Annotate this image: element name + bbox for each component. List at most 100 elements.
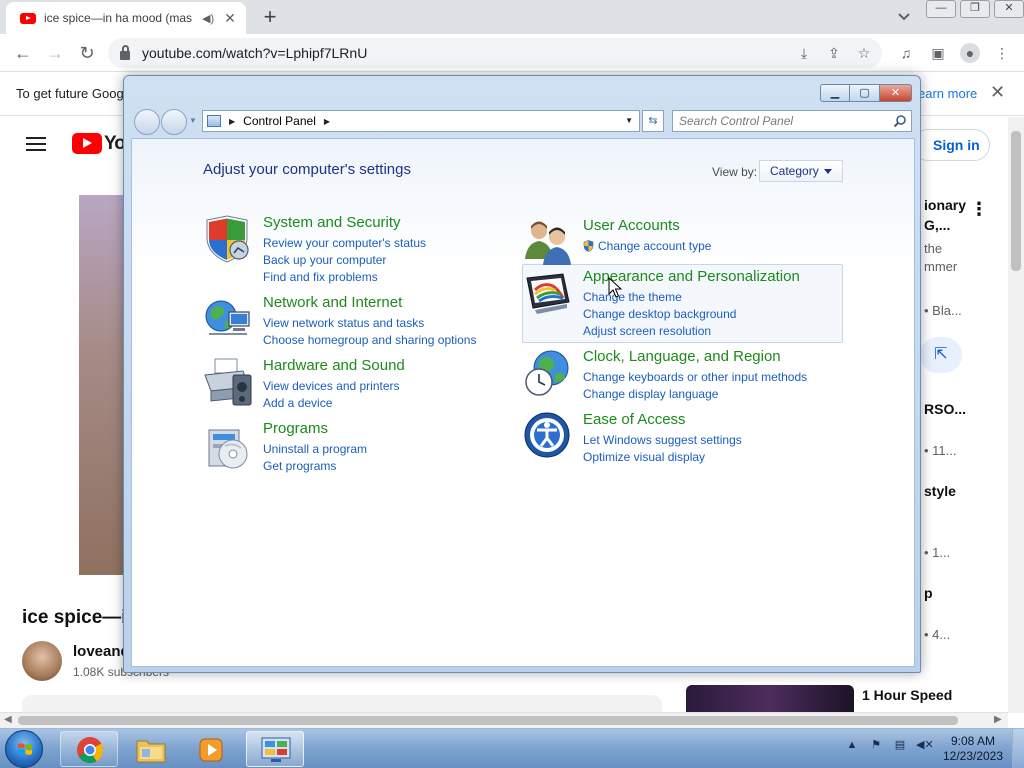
- link-change-keyboards[interactable]: Change keyboards or other input methods: [583, 369, 807, 386]
- channel-avatar[interactable]: [22, 641, 62, 681]
- link-display-language[interactable]: Change display language: [583, 386, 807, 403]
- taskbar-chrome[interactable]: [60, 731, 118, 767]
- side-panel-icon[interactable]: ▣: [928, 43, 948, 63]
- address-bar[interactable]: youtube.com/watch?v=Lphipf7LRnU ⤓ ⇪ ☆: [108, 38, 882, 68]
- sign-in-button[interactable]: Sign in: [912, 129, 990, 161]
- link-homegroup[interactable]: Choose homegroup and sharing options: [263, 332, 476, 349]
- more-options-icon[interactable]: ⋮: [970, 199, 988, 220]
- category-title[interactable]: Network and Internet: [263, 294, 402, 311]
- taskbar-clock[interactable]: 9:08 AM 12/23/2023: [942, 734, 1004, 764]
- profile-avatar-icon[interactable]: ●: [960, 43, 980, 63]
- category-title[interactable]: Hardware and Sound: [263, 357, 405, 374]
- category-title[interactable]: Ease of Access: [583, 411, 686, 428]
- cp-recent-pages-icon[interactable]: ▼: [189, 116, 197, 125]
- category-title[interactable]: System and Security: [263, 214, 401, 231]
- link-back-up[interactable]: Back up your computer: [263, 252, 426, 269]
- cp-address-bar[interactable]: ▶ Control Panel ▶ ▼: [202, 110, 640, 132]
- link-view-devices[interactable]: View devices and printers: [263, 378, 400, 395]
- learn-more-link[interactable]: earn more: [918, 86, 977, 101]
- media-control-icon[interactable]: ♫: [896, 43, 916, 63]
- taskbar-media-player[interactable]: [182, 731, 240, 767]
- install-app-icon[interactable]: ⤓: [796, 45, 812, 61]
- tab-close-icon[interactable]: ✕: [222, 10, 238, 27]
- taskbar-explorer[interactable]: [122, 731, 180, 767]
- restore-button[interactable]: ❐: [960, 0, 990, 18]
- category-title[interactable]: Clock, Language, and Region: [583, 348, 781, 365]
- show-hidden-icons-icon[interactable]: ▲: [844, 737, 860, 753]
- link-review-status[interactable]: Review your computer's status: [263, 235, 426, 252]
- hamburger-menu-icon[interactable]: [26, 137, 46, 151]
- share-icon[interactable]: ⇪: [826, 45, 842, 61]
- browser-toolbar: ← → ↻ youtube.com/watch?v=Lphipf7LRnU ⤓ …: [0, 34, 1024, 72]
- windows-taskbar: ▲ ⚑ ▤ ◀✕ 9:08 AM 12/23/2023: [0, 728, 1024, 768]
- category-title[interactable]: User Accounts: [583, 217, 680, 234]
- taskbar-control-panel[interactable]: [246, 731, 304, 767]
- bookmark-star-icon[interactable]: ☆: [856, 45, 872, 61]
- horizontal-scrollbar[interactable]: ◀ ▶: [0, 712, 1008, 728]
- link-change-background[interactable]: Change desktop background: [583, 306, 736, 323]
- related-video-title[interactable]: RSO...: [924, 401, 966, 417]
- link-change-theme[interactable]: Change the theme: [583, 289, 736, 306]
- action-center-flag-icon[interactable]: ⚑: [868, 737, 884, 753]
- related-video-title[interactable]: ionary: [924, 197, 966, 213]
- page-title: Adjust your computer's settings: [203, 161, 411, 178]
- cp-search-input[interactable]: [679, 113, 889, 129]
- breadcrumb-control-panel[interactable]: Control Panel: [243, 114, 316, 128]
- scroll-right-icon[interactable]: ▶: [994, 714, 1002, 725]
- related-video-thumbnail[interactable]: [686, 685, 854, 713]
- link-find-fix-problems[interactable]: Find and fix problems: [263, 269, 426, 286]
- mouse-cursor-icon: [608, 277, 622, 298]
- cp-forward-button[interactable]: [161, 109, 187, 135]
- related-video-title[interactable]: p: [924, 585, 933, 601]
- close-window-button[interactable]: ✕: [994, 0, 1024, 18]
- link-screen-resolution[interactable]: Adjust screen resolution: [583, 323, 736, 340]
- breadcrumb-separator-icon[interactable]: ▶: [229, 117, 235, 126]
- related-video-title[interactable]: style: [924, 483, 956, 499]
- link-add-device[interactable]: Add a device: [263, 395, 400, 412]
- minimize-button[interactable]: —: [926, 0, 956, 18]
- link-network-status[interactable]: View network status and tasks: [263, 315, 476, 332]
- back-arrow-icon[interactable]: ←: [12, 42, 34, 64]
- cp-back-button[interactable]: [134, 109, 160, 135]
- cp-search-box[interactable]: [672, 110, 912, 132]
- scroll-left-icon[interactable]: ◀: [4, 714, 12, 725]
- breadcrumb-separator-icon[interactable]: ▶: [324, 117, 330, 126]
- description-box[interactable]: [22, 695, 662, 713]
- cp-close-button[interactable]: ✕: [880, 84, 912, 102]
- link-uninstall-program[interactable]: Uninstall a program: [263, 441, 367, 458]
- network-status-icon[interactable]: ▤: [892, 737, 908, 753]
- share-external-icon[interactable]: ⇱: [920, 337, 962, 373]
- related-video-title[interactable]: 1 Hour Speed: [862, 687, 952, 703]
- url-text[interactable]: youtube.com/watch?v=Lphipf7LRnU: [142, 45, 367, 61]
- chrome-menu-icon[interactable]: ⋮: [992, 43, 1012, 63]
- browser-tab-youtube[interactable]: ice spice—in ha mood (mas ◀) ✕: [6, 2, 246, 34]
- address-dropdown-icon[interactable]: ▼: [625, 116, 633, 125]
- link-get-programs[interactable]: Get programs: [263, 458, 367, 475]
- new-tab-button[interactable]: +: [258, 4, 282, 30]
- reload-icon[interactable]: ↻: [76, 42, 98, 64]
- category-title[interactable]: Programs: [263, 420, 328, 437]
- link-suggest-settings[interactable]: Let Windows suggest settings: [583, 432, 742, 449]
- tab-search-chevron-icon[interactable]: [896, 8, 912, 24]
- cp-maximize-button[interactable]: ▢: [850, 84, 880, 102]
- vertical-scrollbar-thumb[interactable]: [1011, 131, 1021, 271]
- search-icon[interactable]: [893, 114, 907, 128]
- youtube-logo-icon[interactable]: [72, 133, 102, 154]
- cp-refresh-icon[interactable]: ⇆: [642, 110, 664, 132]
- link-optimize-display[interactable]: Optimize visual display: [583, 449, 742, 466]
- vertical-scrollbar[interactable]: [1008, 117, 1024, 713]
- infobar-close-icon[interactable]: ✕: [990, 82, 1005, 103]
- view-by-dropdown[interactable]: Category: [759, 160, 843, 182]
- channel-name[interactable]: loveand: [73, 643, 130, 660]
- start-button[interactable]: [5, 730, 43, 768]
- lock-icon[interactable]: [120, 44, 130, 60]
- volume-muted-icon[interactable]: ◀✕: [916, 737, 934, 753]
- related-video-title[interactable]: G,...: [924, 217, 950, 233]
- audio-playing-icon[interactable]: ◀): [202, 12, 216, 25]
- forward-arrow-icon[interactable]: →: [44, 42, 66, 64]
- horizontal-scrollbar-thumb[interactable]: [18, 716, 958, 725]
- youtube-wordmark[interactable]: Yo: [104, 133, 126, 155]
- cp-minimize-button[interactable]: ▁: [820, 84, 850, 102]
- link-change-account-type[interactable]: Change account type: [583, 238, 711, 255]
- show-desktop-button[interactable]: [1012, 729, 1024, 768]
